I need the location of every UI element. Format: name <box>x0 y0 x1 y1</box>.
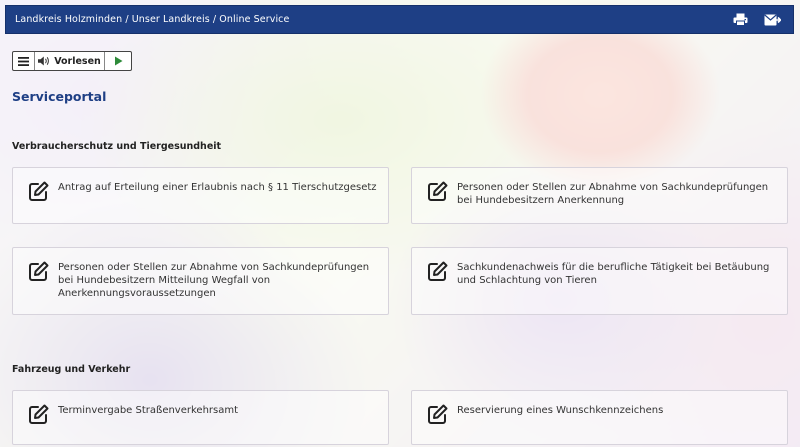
read-aloud-button[interactable]: Vorlesen <box>35 52 105 70</box>
header-tools <box>733 13 781 26</box>
read-aloud-label: Vorlesen <box>54 55 101 67</box>
page-title: Serviceportal <box>12 89 107 104</box>
service-card-label: Sachkundenachweis für die berufliche Tät… <box>457 262 770 286</box>
play-button[interactable] <box>105 52 131 70</box>
service-card[interactable]: Personen oder Stellen zur Abnahme von Sa… <box>411 167 788 224</box>
service-card-label: Terminvergabe Straßenverkehrsamt <box>58 405 239 416</box>
service-card[interactable]: Personen oder Stellen zur Abnahme von Sa… <box>12 247 389 315</box>
edit-icon <box>428 261 448 281</box>
read-aloud-widget: Vorlesen <box>12 51 132 71</box>
page-content: Landkreis Holzminden / Unser Landkreis /… <box>0 0 800 447</box>
edit-icon <box>29 404 49 424</box>
hamburger-icon <box>18 56 29 66</box>
edit-icon <box>29 261 49 281</box>
edit-icon <box>428 181 448 201</box>
speaker-icon <box>38 56 50 66</box>
play-icon <box>114 56 122 66</box>
edit-icon <box>428 404 448 424</box>
service-card[interactable]: Sachkundenachweis für die berufliche Tät… <box>411 247 788 315</box>
service-card-label: Antrag auf Erteilung einer Erlaubnis nac… <box>58 182 377 193</box>
section-title-verbraucherschutz: Verbraucherschutz und Tiergesundheit <box>12 141 222 152</box>
reader-menu-button[interactable] <box>13 52 35 70</box>
edit-icon <box>29 181 49 201</box>
service-card[interactable]: Antrag auf Erteilung einer Erlaubnis nac… <box>12 167 389 224</box>
printer-icon[interactable] <box>733 13 748 26</box>
header-bar: Landkreis Holzminden / Unser Landkreis /… <box>5 5 794 34</box>
service-card-label: Reservierung eines Wunschkennzeichens <box>457 405 664 416</box>
service-card[interactable]: Terminvergabe Straßenverkehrsamt <box>12 390 389 445</box>
breadcrumb: Landkreis Holzminden / Unser Landkreis /… <box>15 14 290 25</box>
service-card[interactable]: Reservierung eines Wunschkennzeichens <box>411 390 788 445</box>
envelope-send-icon[interactable] <box>764 14 781 26</box>
section-title-fahrzeug: Fahrzeug und Verkehr <box>12 364 131 375</box>
service-card-label: Personen oder Stellen zur Abnahme von Sa… <box>457 182 769 206</box>
service-card-label: Personen oder Stellen zur Abnahme von Sa… <box>58 262 370 299</box>
